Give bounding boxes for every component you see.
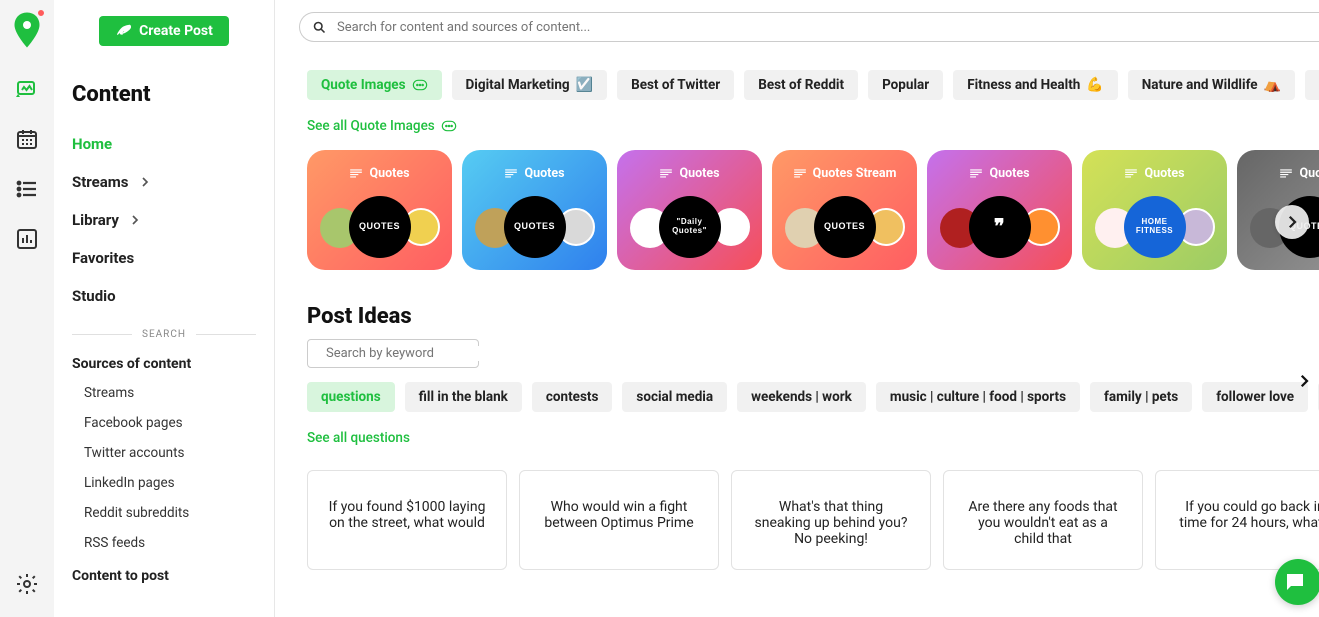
source-twitter-accounts[interactable]: Twitter accounts xyxy=(54,438,274,468)
chip-best-of-reddit[interactable]: Best of Reddit xyxy=(744,70,858,100)
stream-card[interactable]: Quotes ❞ xyxy=(927,150,1072,270)
nav-streams[interactable]: Streams xyxy=(54,163,274,201)
see-all-quote-images[interactable]: See all Quote Images xyxy=(307,104,457,144)
chip-industries[interactable]: Industries xyxy=(1305,70,1319,100)
stream-card[interactable]: Quotes HOME FITNESS xyxy=(1082,150,1227,270)
chip-popular[interactable]: Popular xyxy=(868,70,943,100)
source-reddit-subreddits[interactable]: Reddit subreddits xyxy=(54,498,274,528)
chip-nature-and-wildlife[interactable]: Nature and Wildlife⛺ xyxy=(1128,70,1295,100)
quote-stream-row: Quotes QUOTES Quotes QUOTES Quotes "Dail… xyxy=(307,144,1319,300)
rail-settings-icon[interactable] xyxy=(14,571,40,597)
stream-next-arrow[interactable] xyxy=(1275,205,1309,239)
notification-dot xyxy=(36,8,46,18)
content-to-post-heading: Content to post xyxy=(54,558,274,590)
sidebar-title: Content xyxy=(54,82,274,125)
idea-chip-contests[interactable]: contests xyxy=(532,382,613,412)
chip-quote-images[interactable]: Quote Images xyxy=(307,70,442,100)
nav-studio[interactable]: Studio xyxy=(54,277,274,315)
chip-best-of-twitter[interactable]: Best of Twitter xyxy=(617,70,734,100)
chip-fitness-and-health[interactable]: Fitness and Health💪 xyxy=(953,70,1118,100)
idea-card[interactable]: If you found $1000 laying on the street,… xyxy=(307,470,507,570)
chat-fab[interactable] xyxy=(1275,559,1319,605)
nav-home[interactable]: Home xyxy=(54,125,274,163)
source-rss-feeds[interactable]: RSS feeds xyxy=(54,528,274,558)
rail-content-icon[interactable] xyxy=(14,76,40,102)
post-ideas-title: Post Ideas xyxy=(307,300,1319,339)
category-chip-row: Quote Images Digital Marketing☑️ Best of T… xyxy=(307,60,1319,104)
create-post-label: Create Post xyxy=(139,23,213,39)
sidebar: Create Post Content HomeStreamsLibraryFa… xyxy=(54,0,275,617)
chevron-right-icon xyxy=(127,212,143,228)
idea-card[interactable]: Who would win a fight between Optimus Pr… xyxy=(519,470,719,570)
source-linkedin-pages[interactable]: LinkedIn pages xyxy=(54,468,274,498)
global-search[interactable] xyxy=(299,12,1319,42)
idea-chip-next-arrow[interactable] xyxy=(1291,368,1317,394)
keyword-search[interactable] xyxy=(307,339,479,368)
idea-card[interactable]: What's that thing sneaking up behind you… xyxy=(731,470,931,570)
sources-heading: Sources of content xyxy=(54,346,274,378)
idea-card-row: If you found $1000 laying on the street,… xyxy=(307,456,1319,570)
stream-card[interactable]: Quotes QUOTES xyxy=(462,150,607,270)
search-icon xyxy=(312,20,327,35)
chevron-right-icon xyxy=(137,174,153,190)
idea-chip-music-culture-food-sports[interactable]: music | culture | food | sports xyxy=(876,382,1080,412)
idea-chip-fill-in-the-blank[interactable]: fill in the blank xyxy=(405,382,522,412)
app-logo[interactable] xyxy=(12,12,42,48)
idea-chip-family-pets[interactable]: family | pets xyxy=(1090,382,1192,412)
idea-chip-weekends-work[interactable]: weekends | work xyxy=(737,382,866,412)
nav-library[interactable]: Library xyxy=(54,201,274,239)
idea-chip-social-media[interactable]: social media xyxy=(622,382,727,412)
idea-chip-row: questions fill in the blank contests social… xyxy=(307,372,1319,416)
source-facebook-pages[interactable]: Facebook pages xyxy=(54,408,274,438)
icon-rail xyxy=(0,0,54,617)
stream-card[interactable]: Quotes QUOTES xyxy=(1237,150,1319,270)
idea-chip-questions[interactable]: questions xyxy=(307,382,395,412)
idea-card[interactable]: If you could go back in time for 24 hour… xyxy=(1155,470,1319,570)
stream-card[interactable]: Quotes QUOTES xyxy=(307,150,452,270)
keyword-search-input[interactable] xyxy=(326,346,492,361)
stream-card[interactable]: Quotes "Daily Quotes" xyxy=(617,150,762,270)
create-post-button[interactable]: Create Post xyxy=(99,16,229,46)
source-streams[interactable]: Streams xyxy=(54,378,274,408)
chip-digital-marketing[interactable]: Digital Marketing☑️ xyxy=(452,70,608,100)
idea-card[interactable]: Are there any foods that you wouldn't ea… xyxy=(943,470,1143,570)
rail-list-icon[interactable] xyxy=(14,176,40,202)
main-area: Quote Images Digital Marketing☑️ Best of T… xyxy=(275,0,1319,617)
global-search-input[interactable] xyxy=(337,20,1307,35)
rail-calendar-icon[interactable] xyxy=(14,126,40,152)
see-all-questions[interactable]: See all questions xyxy=(307,416,410,456)
nav-favorites[interactable]: Favorites xyxy=(54,239,274,277)
rail-analytics-icon[interactable] xyxy=(14,226,40,252)
stream-card[interactable]: Quotes Stream QUOTES xyxy=(772,150,917,270)
search-divider: SEARCH xyxy=(54,315,274,346)
